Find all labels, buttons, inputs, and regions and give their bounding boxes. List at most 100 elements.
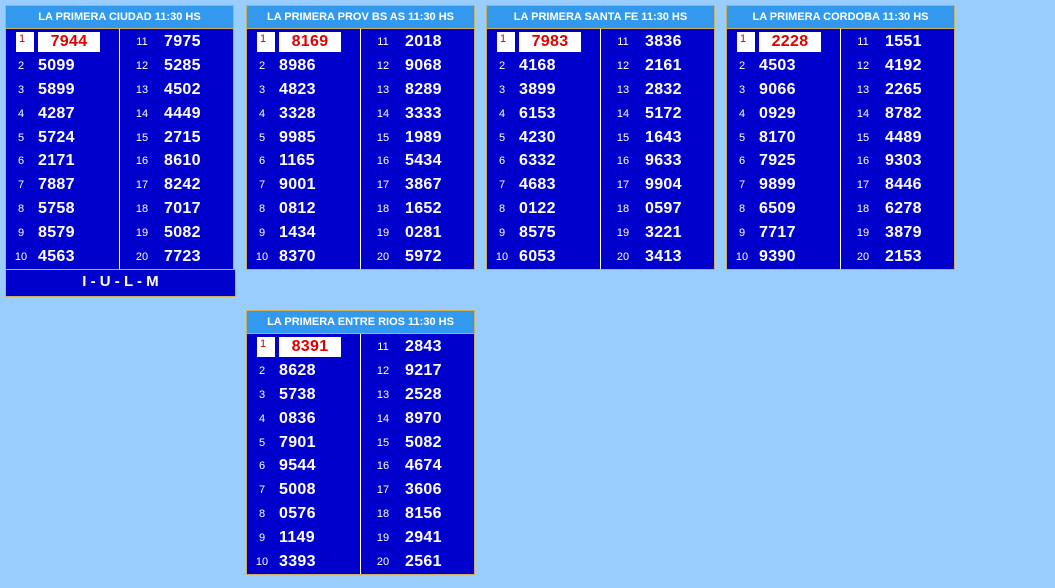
result-row: 7 9001 [247,173,360,197]
result-row: 8 0576 [247,502,360,526]
drawn-number: 0576 [279,505,316,523]
winning-result-row: 1 7944 [6,30,119,54]
result-row: 9 1434 [247,221,360,245]
panel-title: LA PRIMERA PROV BS AS 11:30 HS [247,6,474,29]
drawn-number: 8970 [405,409,442,427]
drawn-number: 3393 [279,553,316,571]
drawn-number: 9001 [279,176,316,194]
drawn-number: 2018 [405,32,442,50]
position-number: 20 [135,251,149,264]
drawn-number: 5082 [405,433,442,451]
drawn-number: 5899 [38,80,75,98]
position-number: 8 [498,203,506,216]
result-row: 20 7723 [120,245,233,269]
result-row: 20 5972 [361,245,474,269]
drawn-number: 9390 [759,248,796,266]
result-row: 10 9390 [727,245,840,269]
result-row: 2 8628 [247,359,360,383]
position-number: 13 [135,83,149,96]
result-row: 19 2941 [361,526,474,550]
position-number: 7 [258,179,266,192]
result-row: 17 8446 [841,173,954,197]
result-row: 7 9899 [727,173,840,197]
position-number: 3 [738,83,746,96]
drawn-number: 0929 [759,104,796,122]
result-row: 4 6153 [487,102,600,126]
panel-cordoba: LA PRIMERA CORDOBA 11:30 HS 1 2228 2 4503 3 9… [726,5,955,270]
drawn-number: 1989 [405,128,442,146]
drawn-number: 2528 [405,385,442,403]
drawn-number: 0812 [279,200,316,218]
winning-number: 7983 [519,32,581,52]
result-row: 8 0812 [247,197,360,221]
result-row: 4 0929 [727,102,840,126]
result-row: 3 3899 [487,78,600,102]
result-row: 7 7887 [6,173,119,197]
position-number: 3 [17,83,25,96]
position-number: 7 [738,179,746,192]
drawn-number: 9904 [645,176,682,194]
position-number: 12 [376,59,390,72]
result-row: 19 3879 [841,221,954,245]
position-number: 19 [616,227,630,240]
result-row: 12 4192 [841,54,954,78]
result-row: 12 5285 [120,54,233,78]
drawn-number: 3413 [645,248,682,266]
position-number: 6 [498,155,506,168]
drawn-number: 8579 [38,224,75,242]
winning-number: 7944 [38,32,100,52]
position-number: 20 [856,251,870,264]
panel-prov-bs-as: LA PRIMERA PROV BS AS 11:30 HS 1 8169 2 898… [246,5,475,270]
drawn-number: 7925 [759,152,796,170]
drawn-number: 4287 [38,104,75,122]
result-row: 9 8579 [6,221,119,245]
result-row: 15 1643 [601,126,714,150]
position-number: 17 [376,484,390,497]
winning-number: 8169 [279,32,341,52]
result-row: 18 6278 [841,197,954,221]
position-number: 11 [377,35,389,48]
result-row: 19 0281 [361,221,474,245]
position-number: 3 [258,388,266,401]
position-number: 19 [856,227,870,240]
result-row: 17 9904 [601,173,714,197]
position-number: 13 [856,83,870,96]
results-column-11-20: 11 1551 12 4192 13 2265 14 8782 15 4489 16 9303 17 84… [841,29,954,269]
result-row: 9 8575 [487,221,600,245]
position-number: 14 [376,107,390,120]
position-number: 9 [258,227,266,240]
position-number: 13 [616,83,630,96]
drawn-number: 1643 [645,128,682,146]
winning-number: 2228 [759,32,821,52]
position-number: 8 [258,203,266,216]
result-row: 16 5434 [361,150,474,174]
position-number: 6 [738,155,746,168]
drawn-number: 0836 [279,409,316,427]
position-number: 20 [376,556,390,569]
position-number: 4 [258,412,266,425]
result-row: 14 8970 [361,407,474,431]
drawn-number: 2832 [645,80,682,98]
results-grid: 1 7944 2 5099 3 5899 4 4287 5 5724 6 2171 7 7887 8 5758… [6,29,233,269]
drawn-number: 6332 [519,152,556,170]
panel-title: LA PRIMERA ENTRE RIOS 11:30 HS [247,311,474,334]
position-number: 11 [617,35,629,48]
drawn-number: 8610 [164,152,201,170]
result-row: 11 3836 [601,30,714,54]
position-number: 14 [376,412,390,425]
drawn-number: 2843 [405,337,442,355]
position-number: 4 [738,107,746,120]
result-row: 17 8242 [120,173,233,197]
position-number: 13 [376,83,390,96]
drawn-number: 4503 [759,56,796,74]
position-number: 3 [498,83,506,96]
drawn-number: 9066 [759,80,796,98]
drawn-number: 2171 [38,152,75,170]
winning-result-row: 1 8169 [247,30,360,54]
position-number: 16 [616,155,630,168]
results-grid: 1 2228 2 4503 3 9066 4 0929 5 8170 6 7925 7 9899 8 6509… [727,29,954,269]
result-row: 18 7017 [120,197,233,221]
drawn-number: 4563 [38,248,75,266]
drawn-number: 9303 [885,152,922,170]
drawn-number: 8782 [885,104,922,122]
